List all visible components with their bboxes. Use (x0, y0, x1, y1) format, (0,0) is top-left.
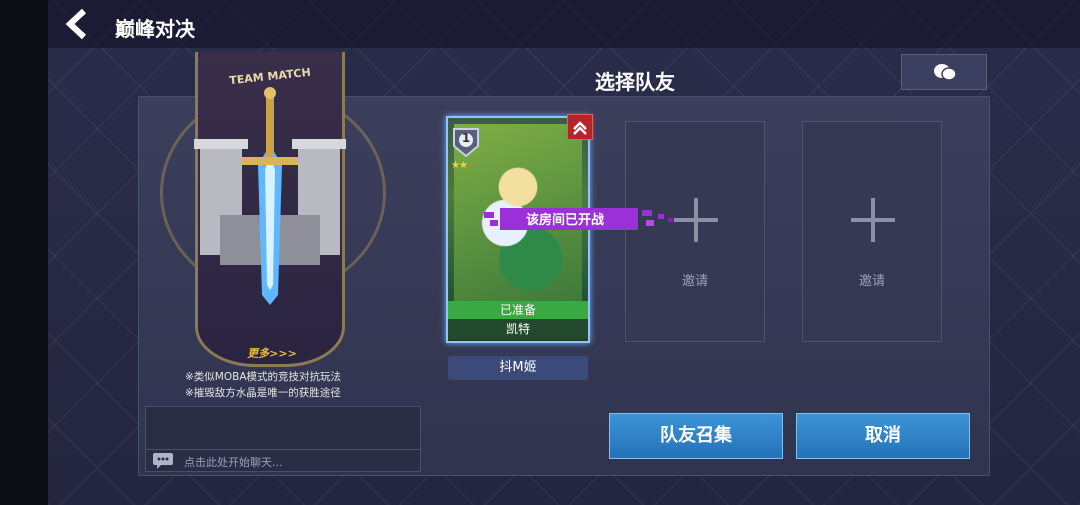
plus-icon (674, 198, 718, 242)
plus-icon (851, 198, 895, 242)
summon-teammates-button[interactable]: 队友召集 (609, 413, 783, 459)
hero-name: 凯特 (448, 319, 588, 339)
rank-up-icon (567, 114, 593, 140)
section-title: 选择队友 (595, 70, 675, 94)
hero-stars: ★★ (451, 160, 468, 171)
chat-bubbles-icon (934, 64, 957, 81)
page-title: 巅峰对决 (115, 17, 195, 41)
ready-status: 已准备 (448, 301, 588, 319)
cancel-button[interactable]: 取消 (796, 413, 970, 459)
mode-note: ※类似MOBA模式的竞技对抗玩法 (185, 371, 342, 383)
chat-icon[interactable] (152, 452, 174, 470)
top-bar (48, 0, 1080, 48)
invite-label: 邀请 (858, 274, 885, 289)
more-link[interactable]: 更多>>> (242, 345, 302, 361)
invite-label: 邀请 (681, 274, 708, 289)
back-arrow-icon[interactable] (62, 8, 94, 40)
player-name-tag: 抖M姬 (448, 356, 588, 380)
chat-input-placeholder[interactable]: 点击此处开始聊天... (184, 454, 283, 470)
room-started-text: 该房间已开战 (525, 213, 604, 228)
mode-note: ※摧毁敌方水晶是唯一的获胜途径 (185, 387, 341, 399)
screen-edge (0, 0, 48, 505)
hero-level: 1 (461, 131, 471, 145)
sword-emblem-icon (194, 87, 346, 305)
chat-toggle-button[interactable] (901, 54, 987, 90)
invite-slot[interactable]: 邀请 (802, 121, 942, 342)
